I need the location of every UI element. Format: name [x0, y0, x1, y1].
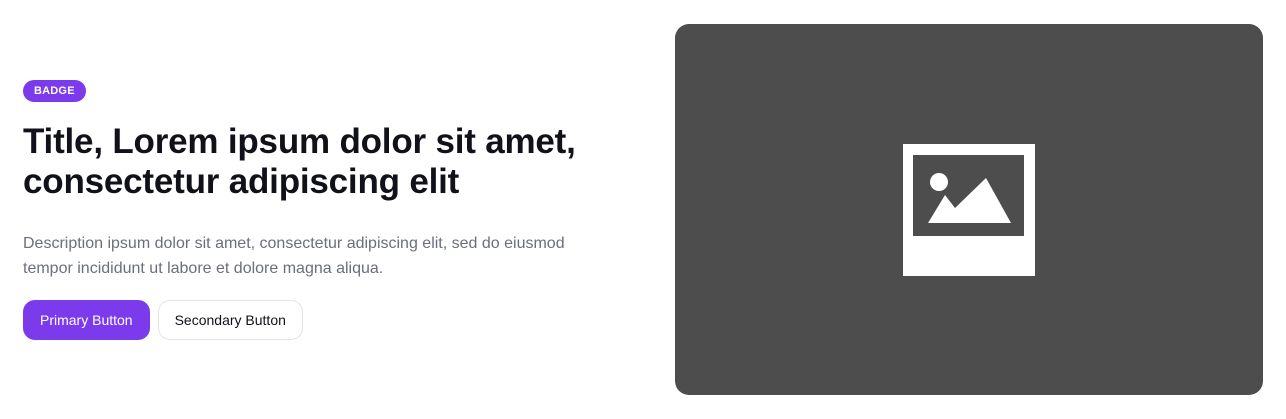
- badge: BADGE: [23, 80, 86, 102]
- primary-button[interactable]: Primary Button: [23, 300, 150, 340]
- image-placeholder-icon: [903, 144, 1035, 276]
- secondary-button[interactable]: Secondary Button: [157, 300, 303, 340]
- button-group: Primary Button Secondary Button: [23, 300, 623, 340]
- hero-section: BADGE Title, Lorem ipsum dolor sit amet,…: [0, 0, 1286, 419]
- hero-title: Title, Lorem ipsum dolor sit amet, conse…: [23, 122, 576, 201]
- image-placeholder: [675, 24, 1263, 395]
- hero-description: Description ipsum dolor sit amet, consec…: [23, 235, 565, 277]
- hero-content: BADGE Title, Lorem ipsum dolor sit amet,…: [23, 80, 623, 340]
